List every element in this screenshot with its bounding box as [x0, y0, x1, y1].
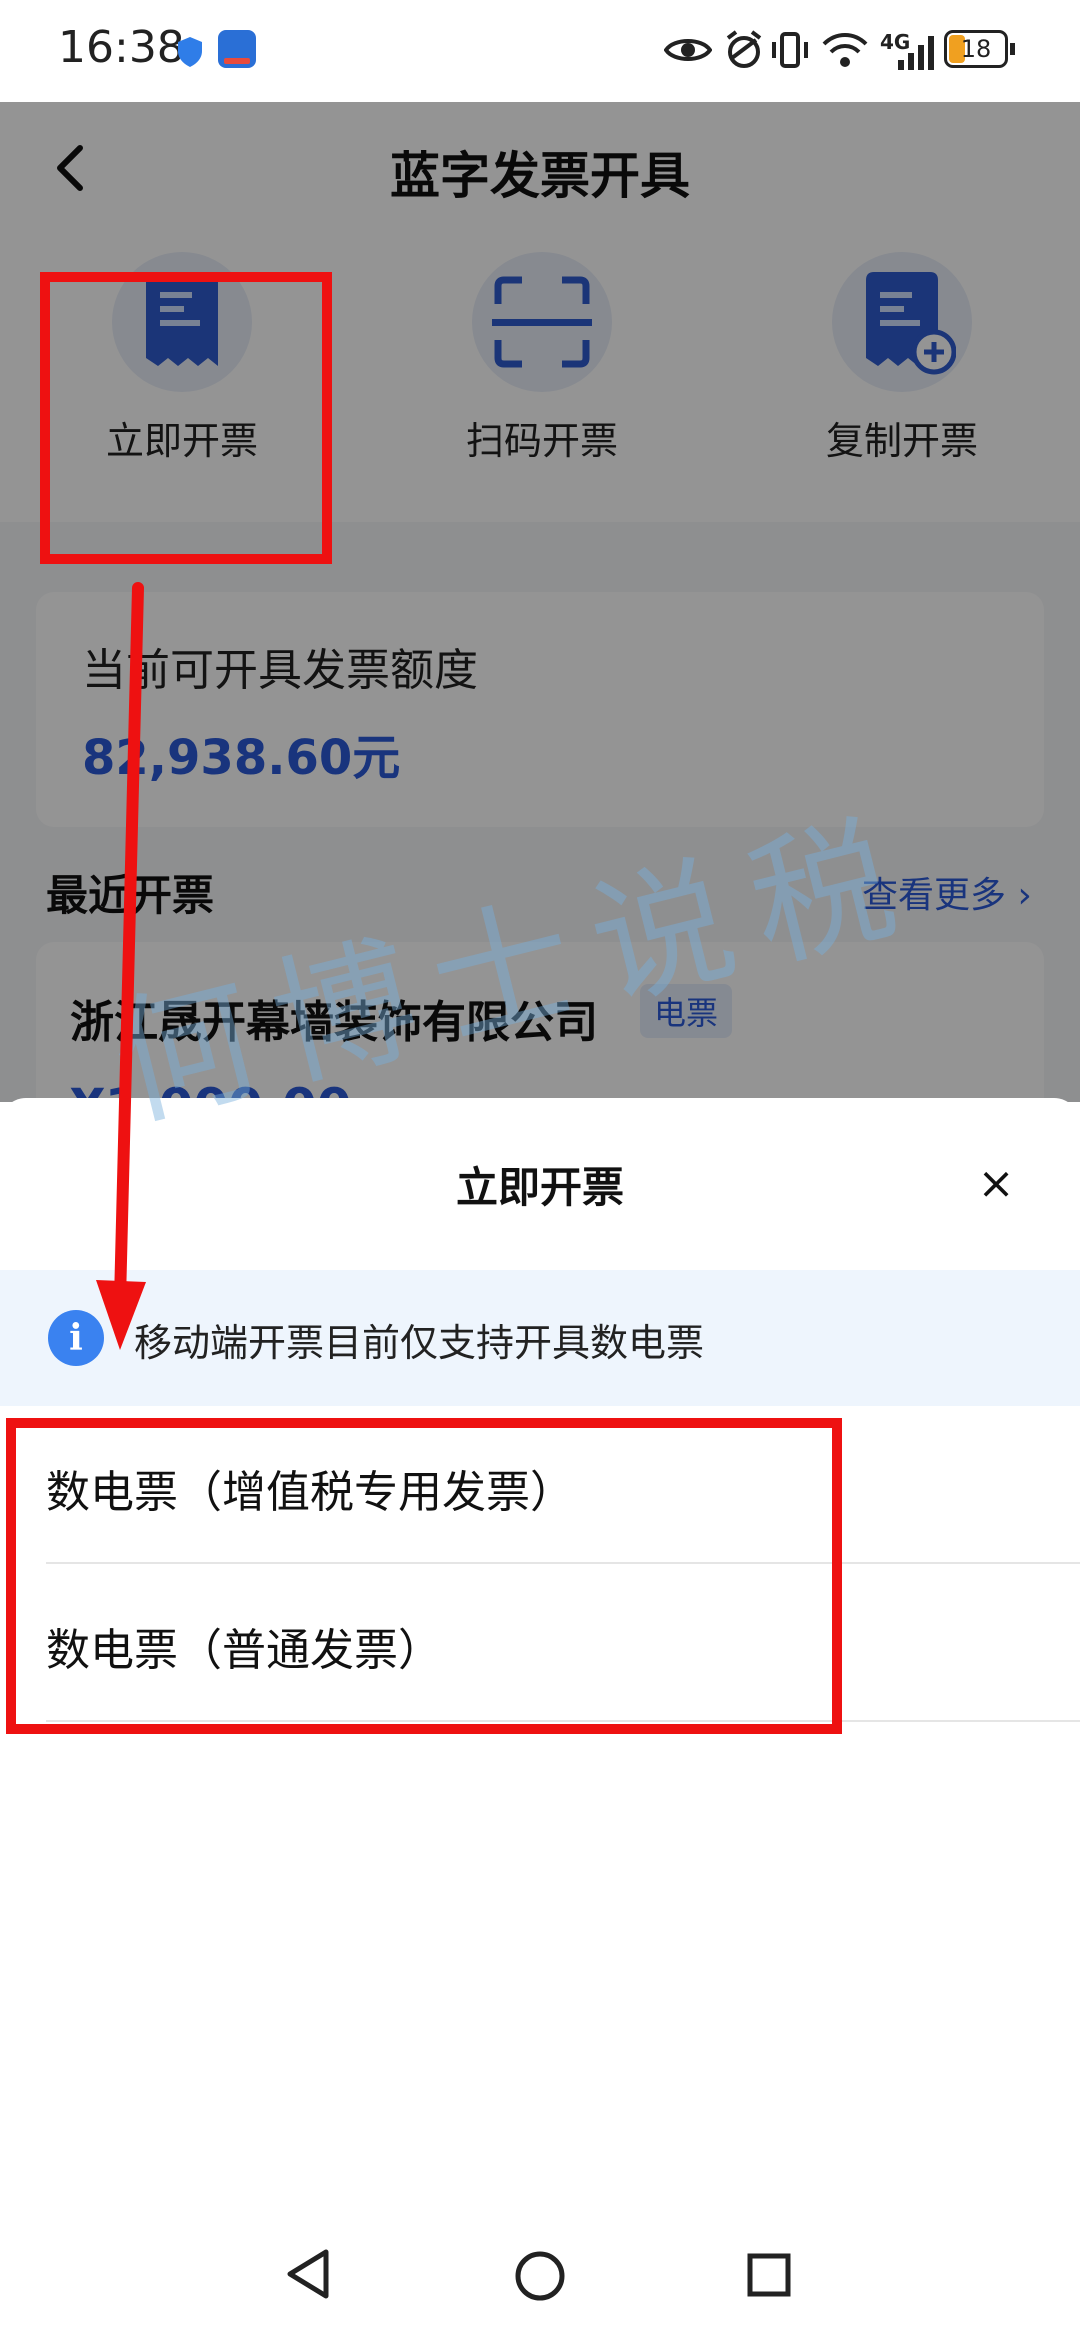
recents-square-icon[interactable]: [746, 2252, 792, 2298]
annotation-box-issue-now: [40, 272, 332, 564]
home-circle-icon[interactable]: [514, 2250, 566, 2302]
battery-icon: 18: [944, 30, 1015, 68]
eye-icon: [664, 39, 712, 61]
system-nav-bar: [0, 2200, 1080, 2340]
signal-icon: [898, 36, 934, 70]
notice-text: 移动端开票目前仅支持开具数电票: [134, 1321, 705, 1365]
app-notification-icon: [218, 30, 256, 68]
alarm-icon: [726, 30, 762, 68]
battery-level: 18: [960, 35, 992, 63]
annotation-arrow-icon: [96, 582, 146, 1350]
close-icon[interactable]: ×: [966, 1154, 1026, 1214]
status-time: 16:38: [58, 22, 185, 73]
annotation-box-options: [6, 1418, 842, 1734]
shield-icon: [178, 37, 202, 67]
wifi-icon: [822, 33, 868, 67]
back-triangle-icon[interactable]: [284, 2248, 332, 2300]
status-bar: 16:38 4G 18: [0, 0, 1080, 102]
vibrate-icon: [772, 32, 808, 68]
